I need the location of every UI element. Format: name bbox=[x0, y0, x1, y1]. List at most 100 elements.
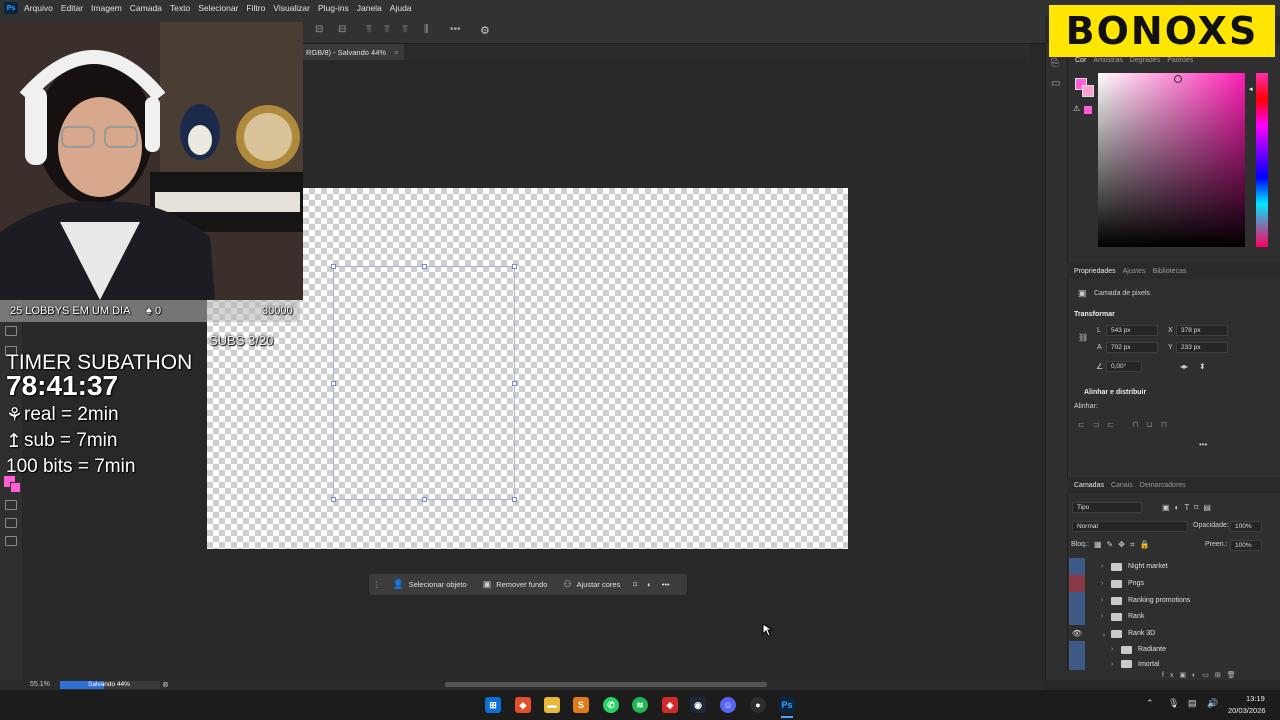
layer-filter-select[interactable]: Tipo bbox=[1072, 502, 1142, 513]
volume-icon[interactable]: 🔊 bbox=[1207, 698, 1218, 709]
transform-handle-tl[interactable] bbox=[331, 264, 336, 269]
transform-handle-bl[interactable] bbox=[331, 497, 336, 502]
menu-editar[interactable]: Editar bbox=[61, 3, 83, 13]
layer-row[interactable]: › Ranking promotions bbox=[1067, 592, 1267, 609]
tool-icon[interactable] bbox=[5, 536, 17, 546]
drag-grip-icon[interactable]: ⋮ bbox=[369, 574, 385, 595]
file-explorer-icon[interactable]: ▬ bbox=[544, 697, 560, 713]
transform-handle-b[interactable] bbox=[422, 497, 427, 502]
zoom-level[interactable]: 55.1% bbox=[30, 681, 50, 688]
align-middle-icon[interactable]: ⫪ bbox=[384, 24, 390, 35]
spotify-icon[interactable]: ≋ bbox=[632, 697, 648, 713]
width-field[interactable]: 543 px bbox=[1106, 325, 1158, 336]
transform-handle-l[interactable] bbox=[331, 381, 336, 386]
background-color-swatch[interactable] bbox=[1082, 85, 1094, 97]
distribute-icon[interactable]: ⫼ bbox=[424, 24, 429, 35]
transform-handle-br[interactable] bbox=[512, 497, 517, 502]
layer-visibility[interactable] bbox=[1069, 575, 1085, 592]
transform-handle-t[interactable] bbox=[422, 264, 427, 269]
horizontal-scrollbar[interactable] bbox=[445, 682, 767, 687]
layer-row[interactable]: › Pngs bbox=[1067, 575, 1267, 592]
tab-ajustes[interactable]: Ajustes bbox=[1123, 268, 1146, 275]
expand-icon[interactable]: › bbox=[1101, 580, 1111, 587]
tab-cor[interactable]: Cor bbox=[1075, 57, 1086, 64]
menu-camada[interactable]: Camada bbox=[130, 3, 162, 13]
menu-arquivo[interactable]: Arquivo bbox=[24, 3, 53, 13]
tab-propriedades[interactable]: Propriedades bbox=[1074, 268, 1116, 275]
lock-icons[interactable]: ▦✎✥⌗🔒 bbox=[1094, 540, 1154, 550]
tab-degrades[interactable]: Degradês bbox=[1130, 57, 1160, 64]
network-icon[interactable]: ▤ bbox=[1188, 698, 1197, 709]
align-center-icon[interactable]: ⊟ bbox=[338, 24, 346, 35]
more-icon[interactable]: ••• bbox=[657, 574, 675, 595]
layer-row[interactable]: › Rank bbox=[1067, 608, 1267, 625]
tab-canais[interactable]: Canais bbox=[1111, 482, 1133, 489]
clock-time[interactable]: 13:19 bbox=[1246, 694, 1265, 703]
layer-filter-icons[interactable]: ▣◐T⌑▤ bbox=[1162, 503, 1216, 512]
layer-row[interactable]: › Radiante bbox=[1067, 641, 1267, 658]
menu-selecionar[interactable]: Selecionar bbox=[198, 3, 238, 13]
document-tab[interactable]: RGB/8) - Salvando 44% × bbox=[300, 44, 405, 60]
layer-visibility[interactable] bbox=[1069, 658, 1085, 670]
menu-janela[interactable]: Janela bbox=[357, 3, 382, 13]
eye-icon[interactable]: 👁 bbox=[1069, 625, 1085, 642]
tool-icon[interactable] bbox=[5, 518, 17, 528]
angle-field[interactable]: 0,00° bbox=[1106, 361, 1142, 372]
align-left-icon[interactable]: ⊟ bbox=[315, 24, 323, 35]
layer-visibility[interactable] bbox=[1069, 641, 1085, 658]
layer-visibility[interactable] bbox=[1069, 592, 1085, 609]
microphone-icon[interactable]: 🎙 bbox=[1168, 698, 1179, 709]
layer-visibility[interactable] bbox=[1069, 608, 1085, 625]
expand-icon[interactable]: › bbox=[1101, 613, 1111, 620]
fill-field[interactable]: 100% bbox=[1230, 540, 1262, 551]
tab-padroes[interactable]: Padrões bbox=[1167, 57, 1193, 64]
expand-icon[interactable]: › bbox=[1101, 597, 1111, 604]
close-tab-icon[interactable]: × bbox=[394, 48, 398, 57]
layer-visibility[interactable] bbox=[1069, 558, 1085, 575]
tool-bg-color[interactable] bbox=[10, 482, 21, 493]
windows-start-icon[interactable]: ⊞ bbox=[485, 697, 501, 713]
tab-camadas[interactable]: Camadas bbox=[1074, 482, 1104, 489]
menu-ajuda[interactable]: Ajuda bbox=[390, 3, 412, 13]
layer-row[interactable]: › Imortal bbox=[1067, 658, 1267, 670]
clock-date[interactable]: 20/03/2026 bbox=[1228, 706, 1266, 715]
adjust-colors-button[interactable]: ⚇ Ajustar cores bbox=[555, 574, 628, 595]
tool-icon[interactable] bbox=[5, 500, 17, 510]
obs-icon[interactable]: ● bbox=[750, 697, 766, 713]
layer-row[interactable]: › Night market bbox=[1067, 558, 1267, 575]
blend-mode-select[interactable]: Normal bbox=[1072, 521, 1188, 532]
tab-demarcadores[interactable]: Demarcadores bbox=[1140, 482, 1186, 489]
tab-bibliotecas[interactable]: Bibliotecas bbox=[1153, 268, 1187, 275]
remove-background-button[interactable]: ▣ Remover fundo bbox=[475, 574, 556, 595]
cancel-save-icon[interactable]: ⊗ bbox=[162, 680, 169, 689]
height-field[interactable]: 702 px bbox=[1106, 342, 1158, 353]
history-icon[interactable]: ⎘ bbox=[1051, 58, 1059, 69]
more-options-icon[interactable]: ••• bbox=[450, 24, 461, 35]
tab-amostras[interactable]: Amostras bbox=[1093, 57, 1123, 64]
menu-imagem[interactable]: Imagem bbox=[91, 3, 122, 13]
expand-icon[interactable]: › bbox=[1101, 563, 1111, 570]
transform-section-title[interactable]: Transformar bbox=[1074, 311, 1115, 318]
transform-handle-r[interactable] bbox=[512, 381, 517, 386]
selection-bounding-box[interactable] bbox=[331, 264, 517, 502]
chevron-up-icon[interactable]: ⌃ bbox=[1146, 698, 1154, 709]
color-picker-cursor[interactable] bbox=[1174, 75, 1182, 83]
brave-browser-icon[interactable]: ◆ bbox=[515, 697, 531, 713]
collapse-icon[interactable]: ⌄ bbox=[1101, 630, 1111, 638]
align-section-title[interactable]: Alinhar e distribuir bbox=[1084, 389, 1146, 396]
color-saturation-field[interactable] bbox=[1098, 73, 1245, 247]
anydesk-icon[interactable]: ◈ bbox=[662, 697, 678, 713]
discord-icon[interactable]: ☺ bbox=[720, 697, 736, 713]
transform-handle-tr[interactable] bbox=[512, 264, 517, 269]
layer-actions-icons[interactable]: fx▣◐▭⊞🗑 bbox=[1162, 671, 1242, 679]
layer-row[interactable]: 👁 ⌄ Rank 3D bbox=[1067, 625, 1267, 642]
align-bottom-icon[interactable]: ⫪ bbox=[402, 24, 408, 35]
adjustment-icon[interactable]: ◐ bbox=[642, 574, 657, 595]
hue-slider-marker-icon[interactable]: ◂ bbox=[1249, 85, 1253, 93]
tool-icon[interactable] bbox=[5, 326, 17, 336]
align-top-icon[interactable]: ⫪ bbox=[366, 24, 372, 35]
y-field[interactable]: 233 px bbox=[1176, 342, 1228, 353]
sublime-text-icon[interactable]: S bbox=[573, 697, 589, 713]
document-canvas[interactable] bbox=[207, 188, 848, 549]
gear-icon[interactable]: ⚙ bbox=[480, 24, 490, 37]
